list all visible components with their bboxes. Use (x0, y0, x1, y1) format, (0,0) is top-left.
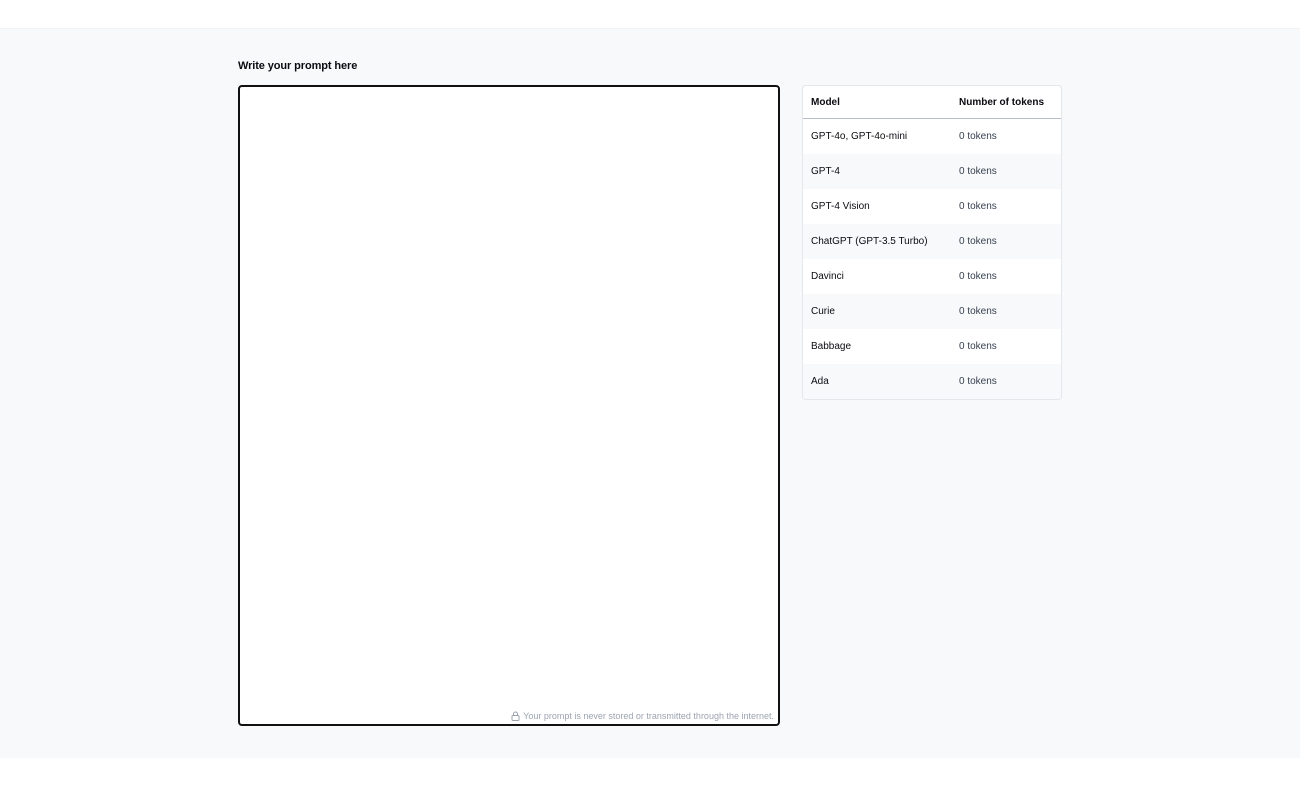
token-count-table: Model Number of tokens GPT-4o, GPT-4o-mi… (803, 86, 1061, 399)
table-row: Davinci 0 tokens (803, 259, 1061, 294)
bottom-area (0, 758, 1300, 788)
token-count: 0 tokens (959, 201, 997, 212)
token-count-table-card: Model Number of tokens GPT-4o, GPT-4o-mi… (802, 85, 1062, 400)
prompt-label: Write your prompt here (238, 60, 358, 72)
token-count: 0 tokens (959, 271, 997, 282)
model-name: ChatGPT (GPT-3.5 Turbo) (803, 224, 951, 259)
privacy-note-text: Your prompt is never stored or transmitt… (523, 711, 774, 721)
tokens-column-header: Number of tokens (951, 86, 1061, 119)
table-header-row: Model Number of tokens (803, 86, 1061, 119)
table-row: ChatGPT (GPT-3.5 Turbo) 0 tokens (803, 224, 1061, 259)
table-row: GPT-4 0 tokens (803, 154, 1061, 189)
model-column-header: Model (803, 86, 951, 119)
top-bar (0, 0, 1300, 29)
table-row: GPT-4o, GPT-4o-mini 0 tokens (803, 119, 1061, 155)
token-count: 0 tokens (951, 154, 1061, 189)
model-name: Ada (803, 364, 951, 399)
token-count: 0 tokens (959, 131, 997, 142)
lock-icon (511, 711, 520, 721)
token-count: 0 tokens (959, 341, 997, 352)
token-count: 0 tokens (951, 224, 1061, 259)
table-row: GPT-4 Vision 0 tokens (803, 189, 1061, 224)
token-count: 0 tokens (951, 364, 1061, 399)
prompt-textarea[interactable] (240, 87, 778, 714)
model-name: GPT-4o, GPT-4o-mini (811, 131, 908, 142)
prompt-box: Your prompt is never stored or transmitt… (238, 85, 780, 726)
model-name: Curie (803, 294, 951, 329)
privacy-note: Your prompt is never stored or transmitt… (511, 711, 774, 721)
model-name: GPT-4 Vision (811, 201, 870, 212)
model-name: Babbage (811, 341, 852, 352)
table-row: Curie 0 tokens (803, 294, 1061, 329)
model-name: Davinci (811, 271, 844, 282)
model-name: GPT-4 (803, 154, 951, 189)
table-row: Ada 0 tokens (803, 364, 1061, 399)
table-row: Babbage 0 tokens (803, 329, 1061, 364)
token-count: 0 tokens (951, 294, 1061, 329)
